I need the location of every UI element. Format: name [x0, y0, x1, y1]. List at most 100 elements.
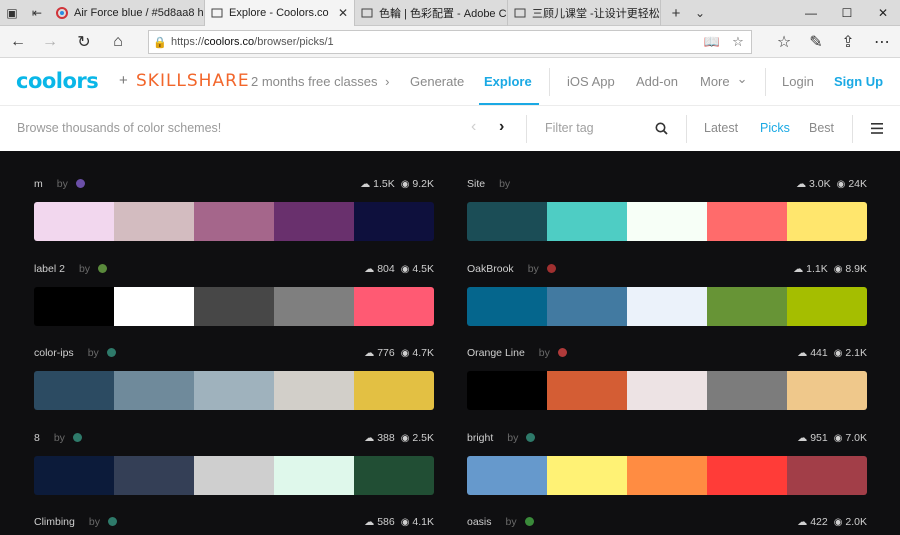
palette-card[interactable]: Climbing by ☁ 586 ◉ 4.1K — [34, 513, 434, 531]
filter-tag-input[interactable]: Filter tag — [545, 121, 594, 135]
color-swatch[interactable] — [114, 287, 194, 326]
skillshare-logo[interactable]: SKILLSHARE — [136, 71, 250, 91]
nav-explore[interactable]: Explore — [484, 74, 532, 89]
color-swatch[interactable] — [274, 456, 354, 495]
author-avatar[interactable] — [72, 433, 82, 442]
palette-swatches[interactable] — [34, 287, 434, 326]
color-swatch[interactable] — [787, 202, 867, 241]
nav-add-on[interactable]: Add-on — [636, 74, 678, 89]
refresh-icon[interactable]: ↻ — [68, 26, 100, 58]
palette-card[interactable]: oasis by ☁ 422 ◉ 2.0K — [467, 513, 867, 531]
color-swatch[interactable] — [787, 371, 867, 410]
color-swatch[interactable] — [194, 371, 274, 410]
palette-card[interactable]: bright by ☁ 951 ◉ 7.0K — [467, 429, 867, 495]
maximize-icon[interactable]: ☐ — [829, 0, 865, 26]
color-swatch[interactable] — [707, 456, 787, 495]
tab-explore-coolors[interactable]: Explore - Coolors.co ✕ — [205, 0, 355, 26]
prev-page-arrow-icon[interactable]: ‹ — [471, 118, 476, 136]
color-swatch[interactable] — [34, 287, 114, 326]
color-swatch[interactable] — [34, 456, 114, 495]
color-swatch[interactable] — [787, 456, 867, 495]
color-swatch[interactable] — [547, 202, 627, 241]
color-swatch[interactable] — [274, 371, 354, 410]
more-menu-icon[interactable]: ⋯ — [866, 26, 898, 58]
author-avatar[interactable] — [546, 264, 556, 273]
color-swatch[interactable] — [787, 287, 867, 326]
palette-name[interactable]: Orange Line — [467, 347, 525, 359]
color-swatch[interactable] — [34, 202, 114, 241]
palette-swatches[interactable] — [34, 456, 434, 495]
back-arrow-icon[interactable]: ← — [2, 26, 34, 58]
palette-card[interactable]: label 2 by ☁ 804 ◉ 4.5K — [34, 260, 434, 326]
palette-swatches[interactable] — [34, 371, 434, 410]
cloud-save-icon[interactable]: ☁ — [797, 348, 807, 359]
palette-name[interactable]: Site — [467, 178, 485, 190]
color-swatch[interactable] — [114, 371, 194, 410]
palette-card[interactable]: m by ☁ 1.5K ◉ 9.2K — [34, 175, 434, 241]
forward-arrow-icon[interactable]: → — [34, 26, 66, 58]
color-swatch[interactable] — [467, 287, 547, 326]
sort-best[interactable]: Best — [809, 121, 834, 135]
cloud-save-icon[interactable]: ☁ — [364, 517, 374, 528]
color-swatch[interactable] — [627, 456, 707, 495]
palette-swatches[interactable] — [34, 202, 434, 241]
palette-swatches[interactable] — [467, 371, 867, 410]
color-swatch[interactable] — [547, 456, 627, 495]
palette-name[interactable]: 8 — [34, 432, 40, 444]
palette-name[interactable]: OakBrook — [467, 263, 514, 275]
color-swatch[interactable] — [627, 287, 707, 326]
palette-name[interactable]: label 2 — [34, 263, 65, 275]
cloud-save-icon[interactable]: ☁ — [364, 264, 374, 275]
palette-card[interactable]: 8 by ☁ 388 ◉ 2.5K — [34, 429, 434, 495]
cloud-save-icon[interactable]: ☁ — [364, 433, 374, 444]
address-bar[interactable]: 🔒 https://coolors.co/browser/picks/1 📖 ☆ — [148, 30, 752, 54]
author-avatar[interactable] — [524, 517, 534, 526]
set-aside-tabs-icon[interactable]: ⇤ — [25, 0, 49, 26]
palette-swatches[interactable] — [467, 202, 867, 241]
palette-name[interactable]: Climbing — [34, 516, 75, 528]
color-swatch[interactable] — [194, 202, 274, 241]
minimize-icon[interactable]: — — [793, 0, 829, 26]
color-swatch[interactable] — [547, 287, 627, 326]
cloud-save-icon[interactable]: ☁ — [793, 264, 803, 275]
tab-list-chevron-icon[interactable]: ⌄ — [688, 0, 712, 26]
promo-link[interactable]: 2 months free classes › — [251, 74, 389, 89]
new-tab-plus-icon[interactable]: + — [664, 0, 688, 26]
color-swatch[interactable] — [354, 456, 434, 495]
palette-name[interactable]: oasis — [467, 516, 492, 528]
color-swatch[interactable] — [34, 371, 114, 410]
cloud-save-icon[interactable]: ☁ — [797, 433, 807, 444]
cloud-save-icon[interactable]: ☁ — [364, 348, 374, 359]
login-link[interactable]: Login — [782, 74, 814, 89]
color-swatch[interactable] — [467, 456, 547, 495]
favorites-icon[interactable]: ☆ — [768, 26, 800, 58]
nav-ios-app[interactable]: iOS App — [567, 74, 615, 89]
color-swatch[interactable] — [274, 287, 354, 326]
coolors-logo[interactable]: coolors — [16, 69, 99, 93]
color-swatch[interactable] — [274, 202, 354, 241]
palette-swatches[interactable] — [467, 456, 867, 495]
nav-generate[interactable]: Generate — [410, 74, 464, 89]
home-icon[interactable]: ⌂ — [102, 26, 134, 58]
color-swatch[interactable] — [627, 202, 707, 241]
favorite-star-icon[interactable]: ☆ — [725, 34, 751, 50]
tab-adobe-color[interactable]: 色輪 | 色彩配置 - Adobe Co — [355, 0, 508, 26]
color-swatch[interactable] — [354, 287, 434, 326]
color-swatch[interactable] — [194, 287, 274, 326]
color-swatch[interactable] — [627, 371, 707, 410]
color-swatch[interactable] — [354, 371, 434, 410]
palette-name[interactable]: bright — [467, 432, 493, 444]
palette-name[interactable]: color-ips — [34, 347, 74, 359]
tab-sanguer[interactable]: 三顾儿课堂 -让设计更轻松 — [508, 0, 661, 26]
sort-latest[interactable]: Latest — [704, 121, 738, 135]
tab-close-icon[interactable]: ✕ — [332, 6, 354, 20]
author-avatar[interactable] — [106, 348, 116, 357]
color-swatch[interactable] — [467, 202, 547, 241]
author-avatar[interactable] — [75, 179, 85, 188]
color-swatch[interactable] — [707, 287, 787, 326]
palette-swatches[interactable] — [467, 287, 867, 326]
color-swatch[interactable] — [194, 456, 274, 495]
cloud-save-icon[interactable]: ☁ — [796, 179, 806, 190]
tab-air-force-blue[interactable]: Air Force blue / #5d8aa8 he — [50, 0, 205, 26]
search-icon[interactable] — [655, 122, 668, 135]
